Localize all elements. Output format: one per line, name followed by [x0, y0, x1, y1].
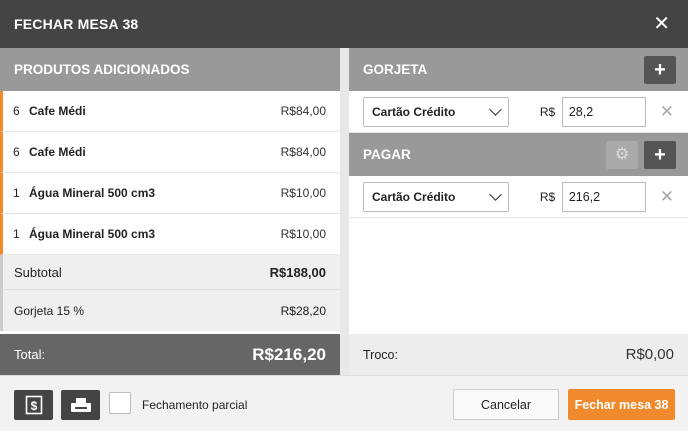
payment-method-value: Cartão Crédito: [372, 189, 456, 204]
payment-amount-input[interactable]: 216,2: [561, 181, 646, 212]
add-tip-button[interactable]: +: [644, 55, 676, 84]
printer-icon: [70, 398, 91, 412]
subtotal-row: Subtotal R$188,00: [0, 255, 340, 290]
tip-amount-input[interactable]: 28,2: [561, 96, 646, 127]
printer-icon-button[interactable]: [61, 390, 100, 420]
product-row: 6 Cafe Médi R$84,00: [0, 132, 340, 173]
payment-line: Cartão Crédito R$ 216,2 ✕: [349, 176, 688, 218]
product-row: 1 Água Mineral 500 cm3 R$10,00: [0, 173, 340, 214]
product-qty: 1: [13, 227, 20, 241]
product-name: Cafe Médi: [29, 145, 86, 159]
tip-summary-row: Gorjeta 15 % R$28,20: [0, 290, 340, 331]
total-label: Total:: [14, 347, 46, 362]
dialog-footer: $ Fechamento parcial Cancelar Fechar mes…: [0, 375, 688, 431]
pay-heading-buttons: ⚙ +: [606, 140, 676, 169]
chevron-down-icon: [488, 102, 502, 116]
chevron-down-icon: [488, 187, 502, 201]
product-name: Água Mineral 500 cm3: [29, 227, 156, 241]
cash-icon: $: [25, 395, 42, 415]
tip-summary-value: R$28,20: [280, 303, 326, 318]
product-name: Cafe Médi: [29, 104, 86, 118]
add-payment-button[interactable]: +: [644, 140, 676, 169]
partial-close-checkbox[interactable]: [109, 392, 131, 414]
products-heading: PRODUTOS ADICIONADOS: [0, 48, 340, 91]
remove-payment-icon[interactable]: ✕: [660, 187, 674, 207]
tip-section-title: GORJETA: [363, 62, 428, 77]
product-price: R$10,00: [280, 227, 326, 241]
change-row: Troco: R$0,00: [349, 334, 688, 375]
change-value: R$0,00: [625, 346, 674, 363]
dialog-titlebar: FECHAR MESA 38 ✕: [0, 0, 688, 48]
total-value: R$216,20: [252, 344, 326, 364]
product-price: R$84,00: [280, 145, 326, 159]
payment-panel: GORJETA + Cartão Crédito R$ 28,2 ✕ PAGAR…: [349, 48, 688, 375]
products-panel: PRODUTOS ADICIONADOS 6 Cafe Médi R$84,00…: [0, 48, 340, 375]
product-qty: 1: [13, 186, 20, 200]
subtotal-value: R$188,00: [269, 264, 326, 280]
product-price: R$84,00: [280, 104, 326, 118]
dialog-title: FECHAR MESA 38: [14, 16, 139, 32]
tip-section-heading: GORJETA +: [349, 48, 688, 91]
product-qty: 6: [13, 145, 20, 159]
cash-icon-button[interactable]: $: [14, 390, 53, 420]
close-table-button[interactable]: Fechar mesa 38: [568, 389, 675, 420]
partial-close-label: Fechamento parcial: [142, 398, 248, 412]
payment-method-select[interactable]: Cartão Crédito: [363, 181, 509, 212]
tip-method-value: Cartão Crédito: [372, 104, 456, 119]
gear-icon[interactable]: ⚙: [606, 140, 638, 169]
payment-currency-label: R$: [539, 189, 556, 204]
subtotal-label: Subtotal: [14, 264, 62, 280]
pay-section-title: PAGAR: [363, 147, 411, 162]
close-icon[interactable]: ✕: [653, 14, 670, 34]
remove-tip-icon[interactable]: ✕: [660, 102, 674, 122]
svg-text:$: $: [30, 399, 37, 413]
product-price: R$10,00: [280, 186, 326, 200]
panel-divider: [340, 48, 349, 375]
cancel-button[interactable]: Cancelar: [453, 389, 559, 420]
tip-line: Cartão Crédito R$ 28,2 ✕: [349, 91, 688, 133]
pay-section-heading: PAGAR ⚙ +: [349, 133, 688, 176]
product-row: 1 Água Mineral 500 cm3 R$10,00: [0, 214, 340, 255]
tip-currency-label: R$: [539, 104, 556, 119]
total-row: Total: R$216,20: [0, 334, 340, 375]
change-label: Troco:: [363, 347, 398, 362]
product-qty: 6: [13, 104, 20, 118]
tip-summary-label: Gorjeta 15 %: [14, 303, 85, 318]
product-name: Água Mineral 500 cm3: [29, 186, 156, 200]
product-row: 6 Cafe Médi R$84,00: [0, 91, 340, 132]
tip-method-select[interactable]: Cartão Crédito: [363, 96, 509, 127]
